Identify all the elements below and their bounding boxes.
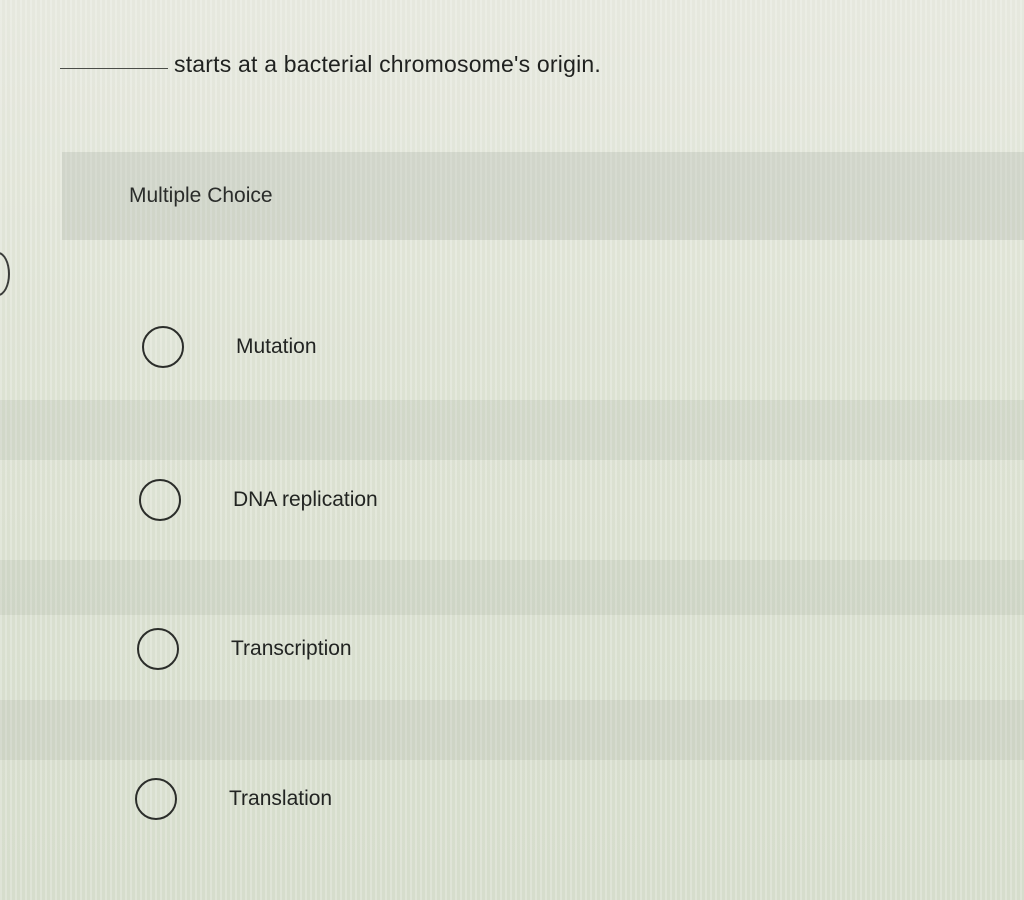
radio-button[interactable] [139, 479, 181, 521]
radio-button[interactable] [135, 778, 177, 820]
option-label[interactable]: DNA replication [233, 488, 378, 512]
option-mutation[interactable]: Mutation [142, 323, 317, 371]
radio-button[interactable] [142, 326, 184, 368]
option-label[interactable]: Transcription [231, 637, 352, 661]
option-transcription[interactable]: Transcription [137, 625, 352, 673]
option-label[interactable]: Mutation [236, 335, 317, 359]
option-translation[interactable]: Translation [135, 775, 332, 823]
radio-button[interactable] [137, 628, 179, 670]
answer-options: Mutation DNA replication Transcription T… [0, 0, 1024, 900]
option-dna-replication[interactable]: DNA replication [139, 476, 378, 524]
option-label[interactable]: Translation [229, 787, 332, 811]
